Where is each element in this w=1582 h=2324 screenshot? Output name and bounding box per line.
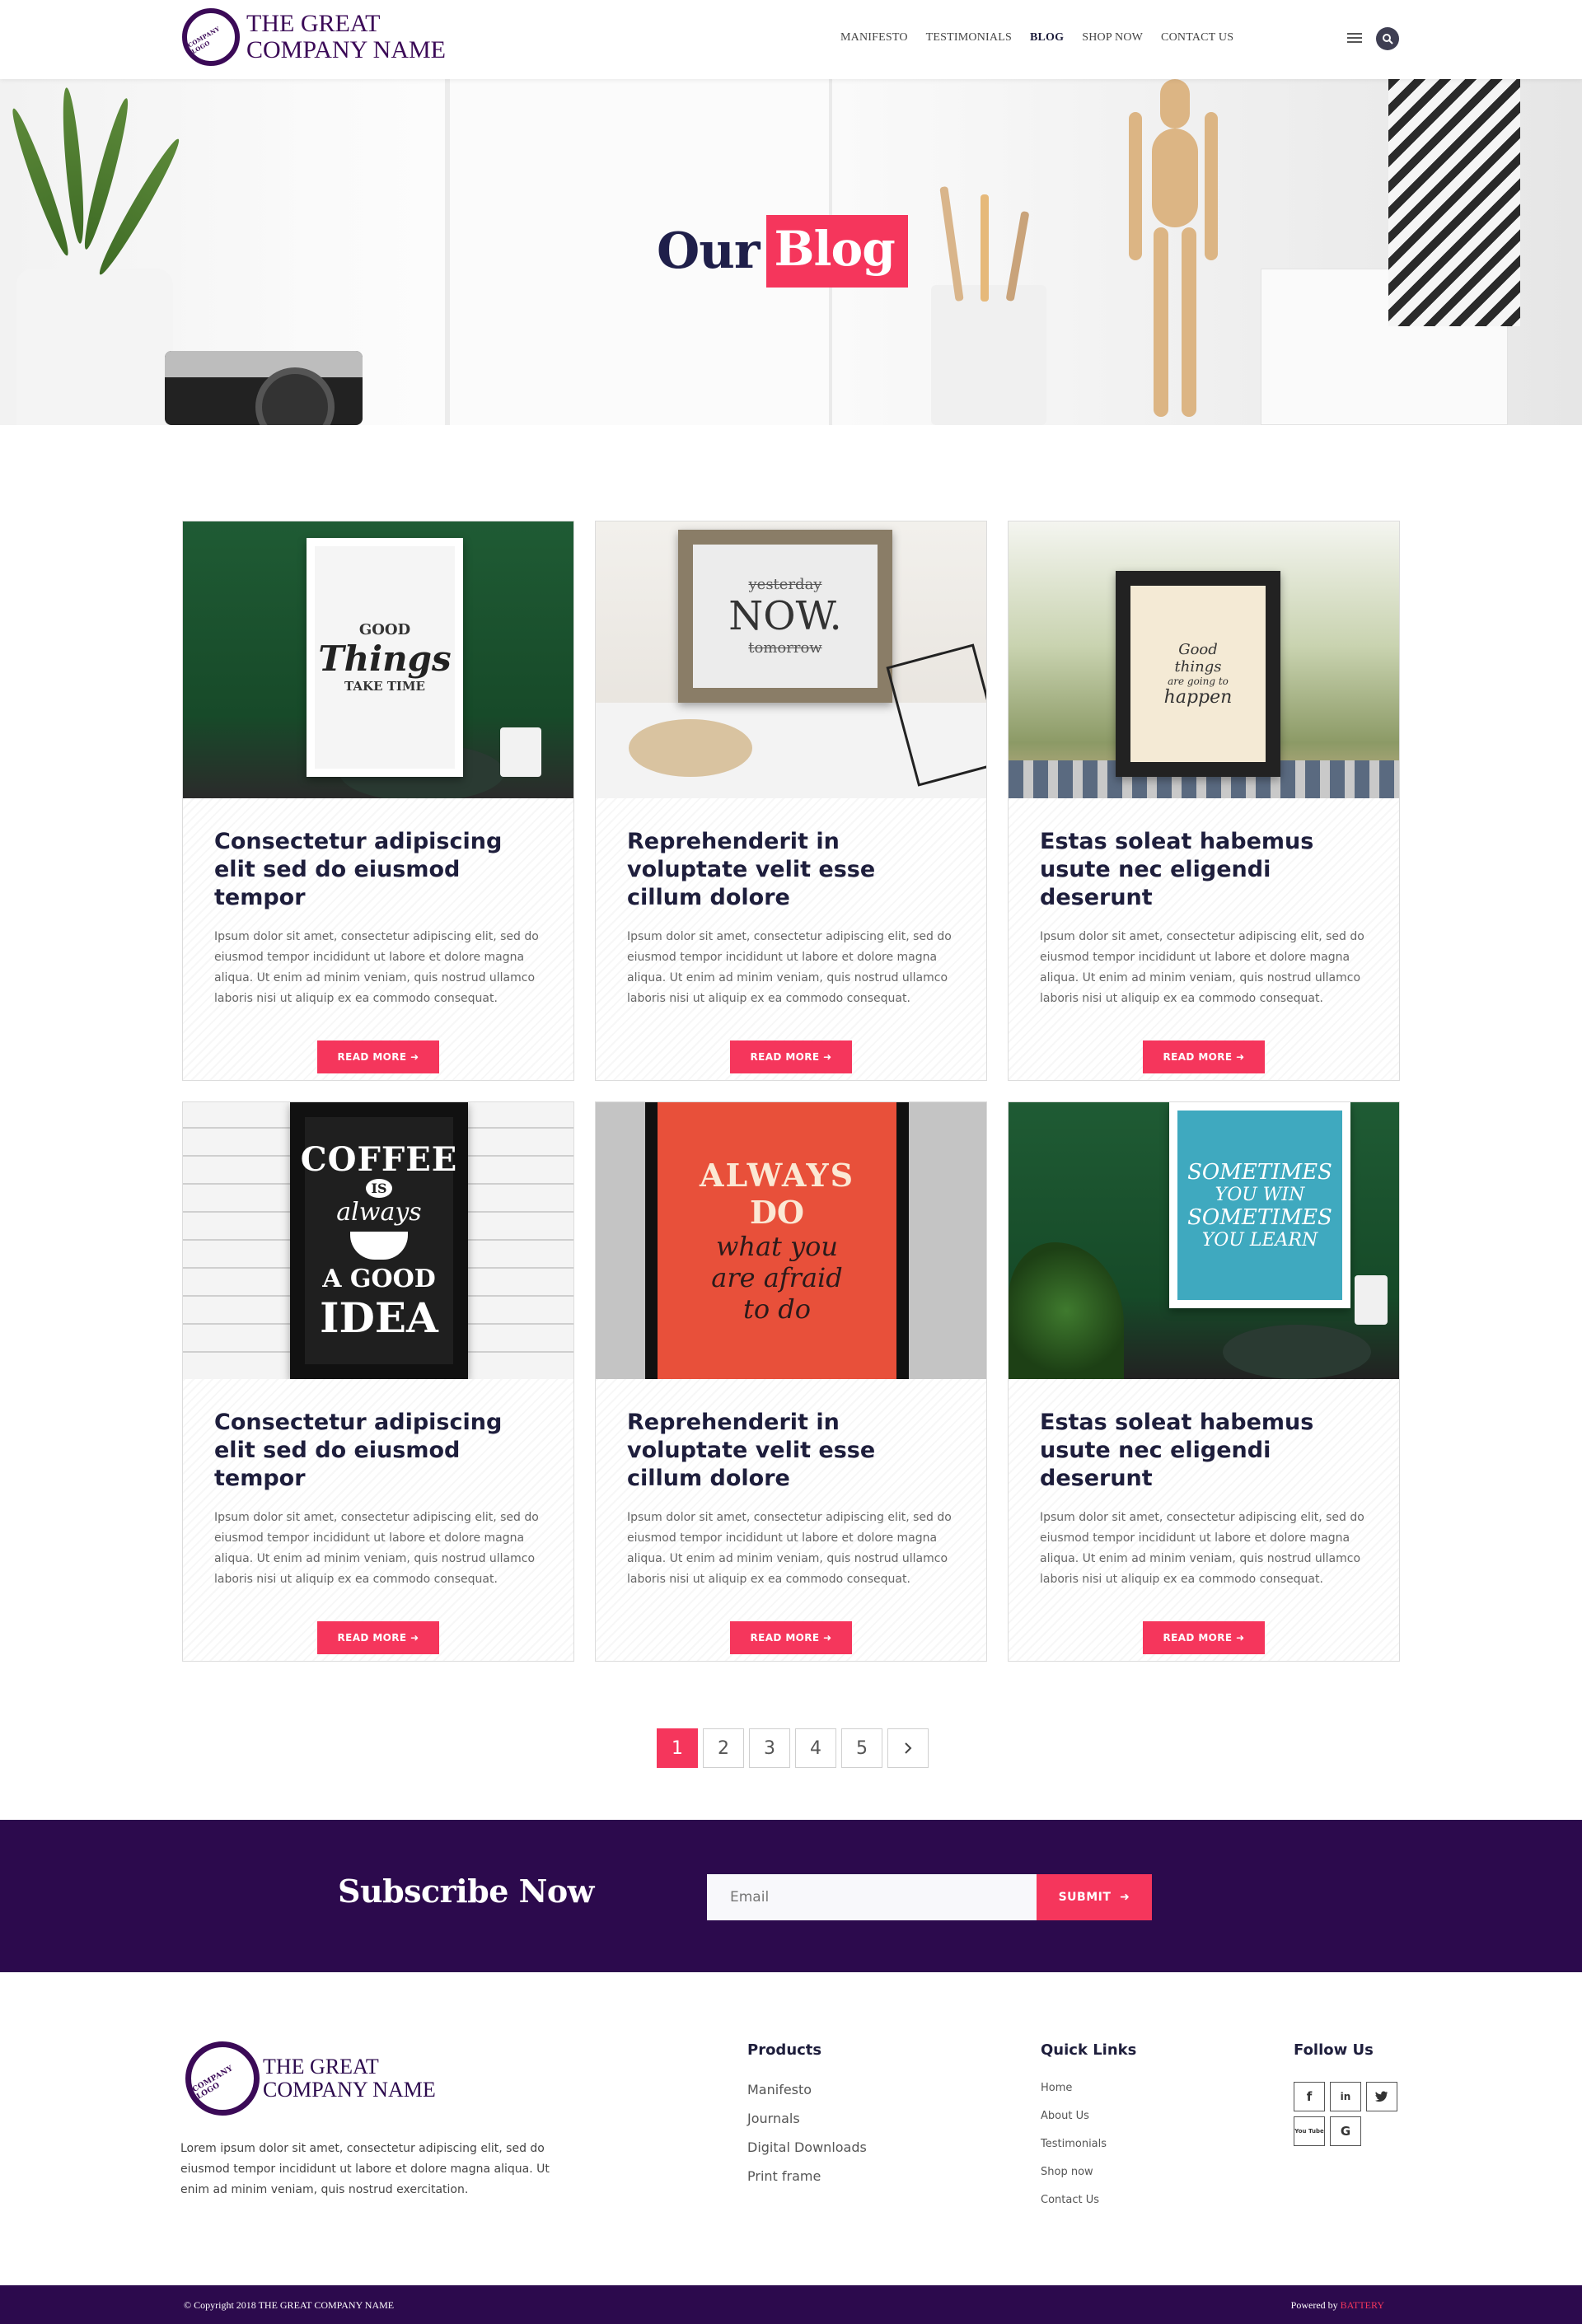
read-more-button[interactable]: READ MORE ➜ bbox=[730, 1621, 852, 1654]
post-title[interactable]: Reprehenderit in voluptate velit esse ci… bbox=[627, 828, 955, 912]
subscribe-title: Subscribe Now bbox=[338, 1873, 594, 1910]
footer-logo[interactable]: COMPANY LOGO THE GREAT COMPANY NAME bbox=[185, 2041, 436, 2116]
pagination: 1 2 3 4 5 bbox=[657, 1728, 929, 1768]
blog-card: COFFEE IS always A GOOD IDEA Consectetur… bbox=[182, 1101, 574, 1662]
post-excerpt: Ipsum dolor sit amet, consectetur adipis… bbox=[627, 930, 952, 1005]
nav-testimonials[interactable]: TESTIMONIALS bbox=[926, 31, 1012, 44]
hero-wooden-mannequin bbox=[1129, 79, 1219, 425]
nav-contact-us[interactable]: CONTACT US bbox=[1161, 31, 1233, 44]
hero-striped-notebook bbox=[1388, 79, 1520, 326]
footer-link-manifesto[interactable]: Manifesto bbox=[747, 2082, 867, 2097]
post-image[interactable]: SOMETIMES YOU WIN SOMETIMES YOU LEARN bbox=[1009, 1102, 1399, 1379]
nav-manifesto[interactable]: MANIFESTO bbox=[840, 31, 908, 44]
footer-products: Products Manifesto Journals Digital Down… bbox=[747, 2041, 867, 2184]
bottom-bar: © Copyright 2018 THE GREAT COMPANY NAME … bbox=[0, 2285, 1582, 2324]
read-more-button[interactable]: READ MORE ➜ bbox=[730, 1040, 852, 1073]
footer-link-print-frame[interactable]: Print frame bbox=[747, 2168, 867, 2184]
logo-ring-icon: COMPANY LOGO bbox=[185, 2041, 260, 2116]
next-page-button[interactable] bbox=[887, 1728, 929, 1768]
site-header: COMPANY LOGO THE GREAT COMPANY NAME MANI… bbox=[0, 0, 1582, 79]
chevron-right-icon bbox=[905, 1742, 912, 1754]
post-image[interactable]: Good things are going to happen bbox=[1009, 521, 1399, 798]
page-3-button[interactable]: 3 bbox=[749, 1728, 790, 1768]
hero-plant-pot bbox=[16, 269, 173, 425]
post-excerpt: Ipsum dolor sit amet, consectetur adipis… bbox=[214, 1511, 539, 1586]
page-title: Our Blog bbox=[657, 215, 908, 288]
logo-text: THE GREAT COMPANY NAME bbox=[246, 10, 446, 63]
post-excerpt: Ipsum dolor sit amet, consectetur adipis… bbox=[1040, 930, 1364, 1005]
company-logo[interactable]: COMPANY LOGO THE GREAT COMPANY NAME bbox=[182, 8, 446, 66]
post-excerpt: Ipsum dolor sit amet, consectetur adipis… bbox=[214, 930, 539, 1005]
powered-by-brand-link[interactable]: BATTERY bbox=[1341, 2299, 1384, 2311]
submit-button[interactable]: SUBMIT ➜ bbox=[1037, 1874, 1152, 1920]
email-input[interactable] bbox=[707, 1874, 1037, 1920]
footer-about: Lorem ipsum dolor sit amet, consectetur … bbox=[180, 2142, 550, 2196]
linkedin-icon[interactable]: in bbox=[1330, 2082, 1361, 2111]
hero-camera bbox=[165, 351, 363, 425]
blog-card: ALWAYS DO what you are afraid to do Repr… bbox=[595, 1101, 987, 1662]
copyright-text: © Copyright 2018 THE GREAT COMPANY NAME bbox=[184, 2299, 395, 2311]
twitter-icon[interactable]: twitter bbox=[1366, 2082, 1397, 2111]
hero-brush bbox=[939, 185, 964, 302]
nav-shop-now[interactable]: SHOP NOW bbox=[1082, 31, 1143, 44]
post-excerpt: Ipsum dolor sit amet, consectetur adipis… bbox=[1040, 1511, 1364, 1586]
post-title[interactable]: Reprehenderit in voluptate velit esse ci… bbox=[627, 1409, 955, 1493]
blog-card: Good things are going to happen Estas so… bbox=[1008, 521, 1400, 1081]
footer-link-digital-downloads[interactable]: Digital Downloads bbox=[747, 2139, 867, 2155]
post-image[interactable]: ALWAYS DO what you are afraid to do bbox=[596, 1102, 986, 1379]
read-more-button[interactable]: READ MORE ➜ bbox=[1143, 1040, 1265, 1073]
footer-follow-us: Follow Us f in twitter You Tube G bbox=[1294, 2041, 1397, 2146]
footer-link-home[interactable]: Home bbox=[1041, 2082, 1136, 2094]
page-1-button[interactable]: 1 bbox=[657, 1728, 698, 1768]
post-title[interactable]: Consectetur adipiscing elit sed do eiusm… bbox=[214, 1409, 542, 1493]
read-more-button[interactable]: READ MORE ➜ bbox=[317, 1621, 439, 1654]
google-icon[interactable]: G bbox=[1330, 2116, 1361, 2146]
post-title[interactable]: Estas soleat habemus usute nec eligendi … bbox=[1040, 1409, 1368, 1493]
page-5-button[interactable]: 5 bbox=[841, 1728, 882, 1768]
subscribe-section: Subscribe Now SUBMIT ➜ bbox=[0, 1820, 1582, 1972]
footer-link-shop-now[interactable]: Shop now bbox=[1041, 2166, 1136, 2178]
blog-card: GOOD Things TAKE TIME Consectetur adipis… bbox=[182, 521, 574, 1081]
footer-link-about-us[interactable]: About Us bbox=[1041, 2110, 1136, 2122]
post-excerpt: Ipsum dolor sit amet, consectetur adipis… bbox=[627, 1511, 952, 1586]
post-image[interactable]: COFFEE IS always A GOOD IDEA bbox=[183, 1102, 573, 1379]
blog-card: yesterday NOW. tomorrow Reprehenderit in… bbox=[595, 521, 987, 1081]
post-image[interactable]: yesterday NOW. tomorrow bbox=[596, 521, 986, 798]
hero-brush bbox=[981, 194, 989, 302]
nav-blog[interactable]: BLOG bbox=[1030, 31, 1064, 44]
blog-grid: GOOD Things TAKE TIME Consectetur adipis… bbox=[182, 521, 1400, 1662]
hero-leaf bbox=[59, 87, 88, 245]
footer-link-journals[interactable]: Journals bbox=[747, 2111, 867, 2126]
post-title[interactable]: Estas soleat habemus usute nec eligendi … bbox=[1040, 828, 1368, 912]
read-more-button[interactable]: READ MORE ➜ bbox=[1143, 1621, 1265, 1654]
footer-link-testimonials[interactable]: Testimonials bbox=[1041, 2138, 1136, 2150]
main-nav: MANIFESTO TESTIMONIALS BLOG SHOP NOW CON… bbox=[840, 31, 1252, 44]
facebook-icon[interactable]: f bbox=[1294, 2082, 1325, 2111]
hero-banner: Our Blog bbox=[0, 79, 1582, 425]
blog-card: SOMETIMES YOU WIN SOMETIMES YOU LEARN Es… bbox=[1008, 1101, 1400, 1662]
hero-pencil-cup bbox=[931, 285, 1046, 425]
powered-by: Powered by BATTERY bbox=[1290, 2299, 1384, 2311]
search-icon bbox=[1383, 34, 1393, 44]
youtube-icon[interactable]: You Tube bbox=[1294, 2116, 1325, 2146]
hamburger-menu-icon[interactable] bbox=[1347, 33, 1362, 44]
post-title[interactable]: Consectetur adipiscing elit sed do eiusm… bbox=[214, 828, 542, 912]
page-4-button[interactable]: 4 bbox=[795, 1728, 836, 1768]
footer-quick-links: Quick Links Home About Us Testimonials S… bbox=[1041, 2041, 1137, 2206]
logo-ring-icon: COMPANY LOGO bbox=[182, 8, 240, 66]
read-more-button[interactable]: READ MORE ➜ bbox=[317, 1040, 439, 1073]
post-image[interactable]: GOOD Things TAKE TIME bbox=[183, 521, 573, 798]
search-button[interactable] bbox=[1376, 27, 1399, 50]
site-footer: COMPANY LOGO THE GREAT COMPANY NAME Lore… bbox=[0, 1972, 1582, 2285]
footer-link-contact-us[interactable]: Contact Us bbox=[1041, 2194, 1136, 2206]
page-2-button[interactable]: 2 bbox=[703, 1728, 744, 1768]
